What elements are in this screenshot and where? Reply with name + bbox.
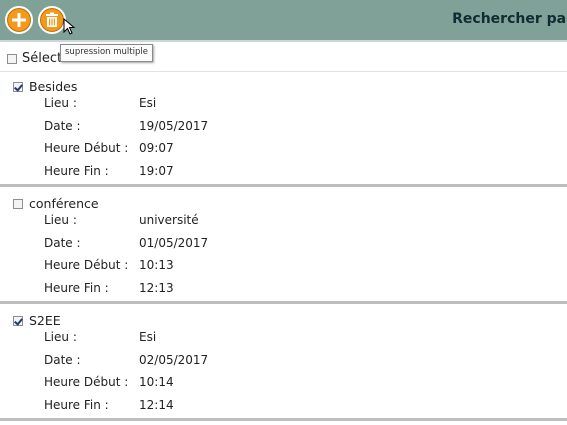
field-label: Date :: [44, 235, 81, 250]
event-checkbox[interactable]: [13, 198, 23, 209]
field-value: 12:13: [139, 280, 174, 295]
event-card: conférence Lieu : université Date : 01/05/20…: [0, 193, 567, 306]
field-value: 12:14: [139, 397, 174, 412]
divider: [0, 71, 567, 72]
event-title: conférence: [29, 196, 99, 211]
mouse-cursor-icon: [63, 18, 76, 35]
delete-button[interactable]: [38, 6, 66, 34]
select-all-checkbox[interactable]: [7, 53, 17, 64]
event-title-row[interactable]: S2EE: [13, 310, 61, 328]
field-label: Lieu :: [44, 213, 77, 227]
event-title: Besides: [29, 79, 78, 94]
event-title: S2EE: [29, 313, 61, 328]
select-all-label: Sélect: [22, 51, 63, 66]
field-value: 10:14: [139, 375, 174, 389]
field-value: 19:07: [139, 163, 174, 178]
field-value: 19/05/2017: [139, 118, 209, 133]
field-label: Date :: [44, 118, 81, 133]
event-title-row[interactable]: conférence: [13, 193, 99, 211]
card-separator: [0, 418, 567, 421]
field-label: Heure Fin :: [44, 163, 109, 178]
field-label: Heure Fin :: [44, 280, 109, 295]
event-title-row[interactable]: Besides: [13, 76, 77, 94]
event-checkbox[interactable]: [13, 315, 23, 326]
card-separator: [0, 184, 567, 187]
field-value: 09:07: [139, 141, 174, 155]
select-all[interactable]: Sélect: [7, 48, 63, 66]
field-value: université: [139, 213, 199, 227]
search-title: Rechercher par: [452, 11, 567, 27]
field-label: Heure Fin :: [44, 397, 109, 412]
field-value: Esi: [139, 330, 157, 344]
event-card: Besides Lieu : Esi Date : 19/05/2017 Heure Dé…: [0, 76, 567, 189]
field-label: Date :: [44, 352, 81, 367]
trash-icon: [46, 12, 58, 27]
field-label: Heure Début :: [44, 141, 129, 155]
toolbar: Rechercher par: [0, 0, 567, 42]
add-button[interactable]: [5, 6, 33, 34]
field-value: Esi: [139, 96, 157, 110]
plus-icon: [12, 13, 26, 27]
field-label: Lieu :: [44, 330, 77, 344]
field-label: Lieu :: [44, 96, 77, 110]
field-label: Heure Début :: [44, 258, 129, 272]
field-label: Heure Début :: [44, 375, 129, 389]
field-value: 01/05/2017: [139, 235, 209, 250]
card-separator: [0, 301, 567, 304]
tooltip: supression multiple: [60, 44, 153, 62]
event-checkbox[interactable]: [13, 81, 23, 92]
event-card: S2EE Lieu : Esi Date : 02/05/2017 Heure Début…: [0, 310, 567, 423]
field-value: 02/05/2017: [139, 352, 209, 367]
field-value: 10:13: [139, 258, 174, 272]
